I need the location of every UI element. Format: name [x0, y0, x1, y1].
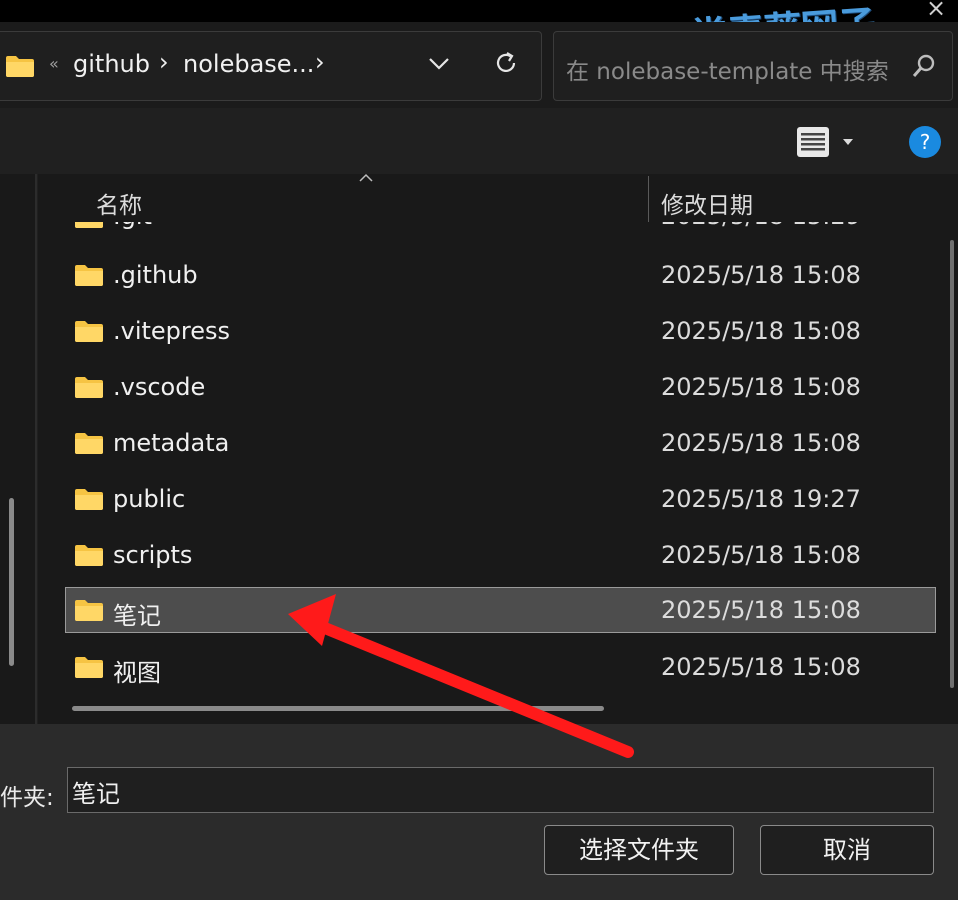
annotation-arrow [288, 594, 634, 758]
